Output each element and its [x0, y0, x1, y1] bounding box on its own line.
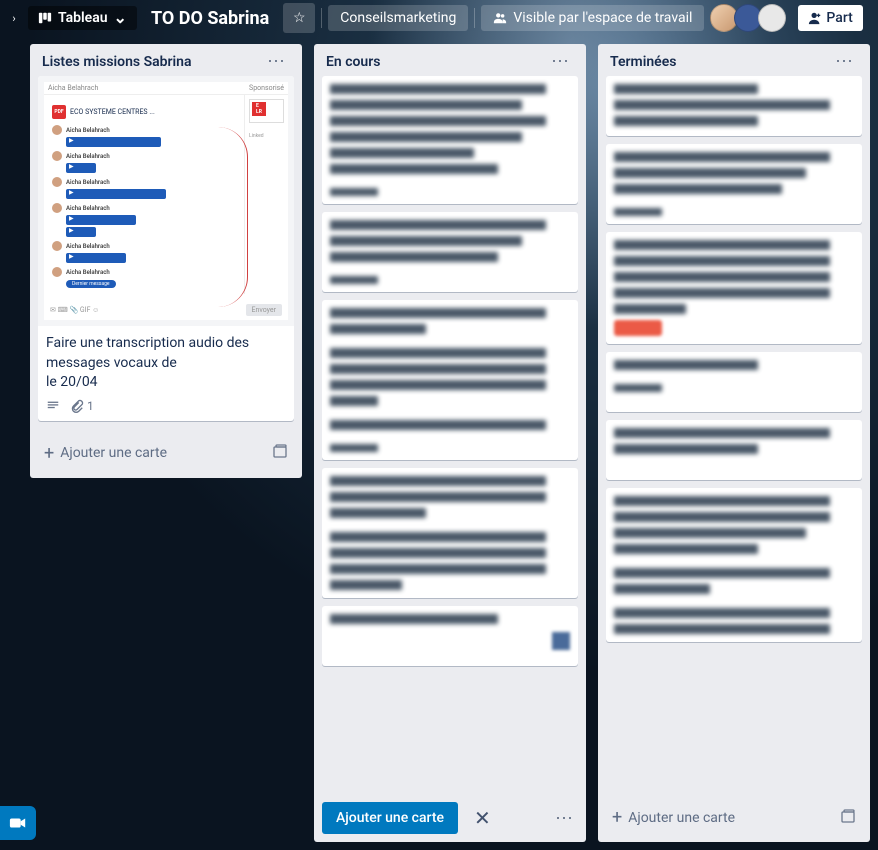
add-card-label: Ajouter une carte	[60, 445, 167, 461]
star-board-button[interactable]: ☆	[283, 3, 315, 33]
list-menu-button[interactable]: ⋯	[831, 55, 858, 69]
card-blurred[interactable]	[322, 300, 578, 460]
add-card-button[interactable]: + Ajouter une carte	[38, 437, 266, 470]
list-missions: Listes missions Sabrina ⋯ Aicha Belahrac…	[30, 44, 302, 478]
card-badges: 1	[46, 399, 286, 413]
board-title[interactable]: TO DO Sabrina	[143, 8, 277, 29]
attachment-count: 1	[87, 399, 94, 413]
list-title[interactable]: Listes missions Sabrina	[42, 54, 192, 70]
card-cover-image: Aicha BelahrachSponsorisé PDFECO SYSTEME…	[38, 76, 294, 326]
card-template-button[interactable]	[266, 437, 294, 469]
visibility-label: Visible par l'espace de travail	[513, 10, 692, 26]
card-blurred[interactable]	[606, 232, 862, 344]
card-blurred[interactable]	[606, 76, 862, 136]
card-blurred[interactable]	[322, 212, 578, 292]
list-title[interactable]: En cours	[326, 54, 380, 70]
chevron-down-icon: ⌄	[114, 14, 127, 22]
expand-sidebar-button[interactable]: ›	[4, 4, 24, 32]
card-blurred[interactable]	[322, 76, 578, 204]
plus-icon: +	[612, 807, 622, 828]
add-card-label: Ajouter une carte	[628, 810, 735, 826]
card-blurred[interactable]	[606, 420, 862, 480]
template-icon	[840, 808, 856, 824]
attachment-icon	[70, 399, 84, 413]
board-switcher-label: Tableau	[58, 10, 108, 26]
chevron-right-icon: ›	[12, 12, 15, 25]
visibility-button[interactable]: Visible par l'espace de travail	[481, 5, 704, 31]
card-options-button[interactable]: ⋯	[551, 804, 578, 833]
list-terminees: Terminées ⋯ + Ajouter une carte	[598, 44, 870, 842]
board-members[interactable]	[714, 4, 786, 32]
card-blurred[interactable]	[606, 144, 862, 224]
video-call-button[interactable]	[0, 806, 36, 840]
card-transcription[interactable]: Aicha BelahrachSponsorisé PDFECO SYSTEME…	[38, 76, 294, 421]
board-icon	[38, 11, 52, 25]
star-icon: ☆	[293, 10, 306, 26]
description-icon	[46, 399, 60, 413]
divider	[474, 8, 475, 28]
workspace-button[interactable]: Conseilsmarketing	[328, 5, 468, 31]
add-card-button-primary[interactable]: Ajouter une carte	[322, 802, 458, 834]
card-blurred[interactable]	[322, 468, 578, 598]
template-icon	[272, 443, 288, 459]
list-menu-button[interactable]: ⋯	[547, 55, 574, 69]
card-blurred[interactable]	[606, 352, 862, 412]
card-blurred[interactable]	[606, 488, 862, 642]
list-en-cours: En cours ⋯ Ajouter une carte ✕ ⋯	[314, 44, 586, 842]
people-icon	[493, 11, 507, 25]
plus-icon: +	[44, 443, 54, 464]
card-blurred[interactable]	[322, 606, 578, 666]
video-icon	[9, 814, 27, 832]
workspace-label: Conseilsmarketing	[340, 10, 456, 26]
share-button[interactable]: Part	[798, 5, 862, 31]
board-canvas: Listes missions Sabrina ⋯ Aicha Belahrac…	[0, 36, 878, 850]
card-label-red	[614, 320, 662, 336]
card-title: Faire une transcription audio des messag…	[46, 334, 286, 393]
add-card-button[interactable]: + Ajouter une carte	[606, 801, 834, 834]
list-menu-button[interactable]: ⋯	[263, 55, 290, 69]
avatar[interactable]	[758, 4, 786, 32]
board-header: › Tableau ⌄ TO DO Sabrina ☆ Conseilsmark…	[0, 0, 878, 36]
card-template-button[interactable]	[834, 802, 862, 834]
add-card-label: Ajouter une carte	[336, 810, 444, 826]
add-user-icon	[808, 11, 822, 25]
share-label: Part	[826, 10, 852, 26]
board-view-switcher[interactable]: Tableau ⌄	[28, 6, 137, 30]
cancel-add-card-button[interactable]: ✕	[466, 802, 499, 834]
list-title[interactable]: Terminées	[610, 54, 676, 70]
divider	[321, 8, 322, 28]
